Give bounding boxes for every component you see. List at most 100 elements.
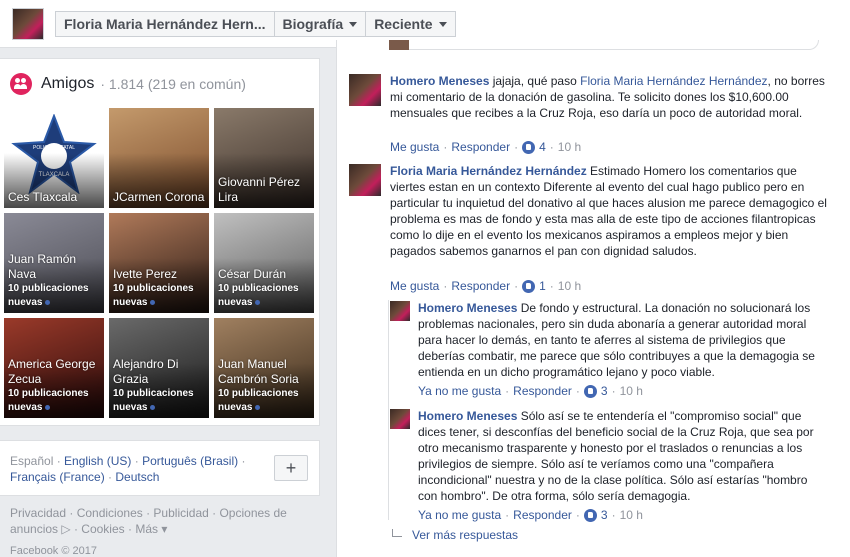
comment-text-part: Sólo así se te entendería el "compromiso… [418, 409, 814, 503]
profile-avatar[interactable] [12, 8, 44, 40]
footer-link-cookies[interactable]: Cookies [81, 522, 124, 536]
breadcrumb-recent[interactable]: Reciente [365, 11, 456, 37]
new-posts-dot-icon [255, 404, 261, 410]
friend-tile[interactable]: Juan Ramón Nava 10 publicaciones nuevas [4, 213, 104, 313]
friend-name[interactable]: America George Zecua [8, 357, 101, 387]
friend-name[interactable]: Giovanni Pérez Lira [218, 175, 311, 205]
language-link[interactable]: Deutsch [115, 470, 159, 484]
avatar[interactable] [390, 301, 410, 321]
footer-link-terms[interactable]: Condiciones [77, 506, 143, 520]
friend-tile[interactable]: POLICIA ESTATALTLAXCALACes Tlaxcala [4, 108, 104, 208]
reply-link[interactable]: Responder [451, 278, 510, 294]
friend-tile[interactable]: César Durán 10 publicaciones nuevas [214, 213, 314, 313]
comment-time[interactable]: 10 h [558, 139, 581, 155]
language-link[interactable]: English (US) [64, 454, 131, 468]
friends-icon [10, 73, 32, 95]
language-link[interactable]: Português (Brasil) [142, 454, 238, 468]
friend-tile[interactable]: Juan Manuel Cambrón Soria 10 publicacione… [214, 318, 314, 418]
friends-title[interactable]: Amigos [41, 75, 94, 93]
new-posts-badge: 10 publicaciones nuevas [113, 282, 206, 310]
unlike-link[interactable]: Ya no me gusta [418, 383, 501, 399]
comment-time[interactable]: 10 h [558, 278, 581, 294]
like-icon [522, 279, 536, 293]
like-count[interactable]: 3 [601, 383, 608, 399]
reply-link[interactable]: Responder [513, 383, 572, 399]
breadcrumb: Floria Maria Hernández Hern... Biografía… [55, 11, 456, 37]
comment-time[interactable]: 10 h [620, 383, 643, 399]
reply-link[interactable]: Responder [513, 507, 572, 523]
reply-link[interactable]: Responder [451, 139, 510, 155]
footer-link-ads[interactable]: Publicidad [153, 506, 208, 520]
friend-name[interactable]: Ivette Perez [113, 267, 206, 282]
friend-name[interactable]: César Durán [218, 267, 311, 282]
comment-author[interactable]: Homero Meneses [418, 301, 517, 315]
breadcrumb-label: Biografía [282, 16, 344, 32]
friend-tile-caption: Giovanni Pérez Lira [218, 175, 311, 205]
new-posts-badge: 10 publicaciones nuevas [113, 387, 206, 415]
comment-text-part: Estimado Homero los comentarios que vier… [390, 164, 827, 258]
badge-text: POLICIA ESTATAL [33, 145, 75, 151]
friend-name[interactable]: Alejandro Di Grazia [113, 357, 206, 387]
language-panel: Español · English (US) · Português (Bras… [0, 440, 320, 496]
friends-header: Amigos · 1.814 (219 en común) [10, 73, 246, 95]
language-list: Español · English (US) · Português (Bras… [10, 454, 246, 484]
mention-link[interactable]: Floria Maria Hernández Hernández [580, 74, 767, 88]
like-count[interactable]: 3 [601, 507, 608, 523]
friend-tile[interactable]: America George Zecua 10 publicaciones nue… [4, 318, 104, 418]
add-language-button[interactable]: + [274, 455, 308, 481]
avatar[interactable] [390, 409, 410, 429]
friend-tile-caption: Ces Tlaxcala [8, 190, 101, 205]
comment-text: Floria Maria Hernández Hernández Estimad… [390, 163, 830, 259]
comment-text: Homero Meneses De fondo y estructural. L… [418, 300, 818, 380]
comment-time[interactable]: 10 h [620, 507, 643, 523]
ad-choices-icon: ▷ [61, 522, 71, 536]
footer-link-privacy[interactable]: Privacidad [10, 506, 66, 520]
unlike-link[interactable]: Ya no me gusta [418, 507, 501, 523]
new-posts-badge: 10 publicaciones nuevas [8, 387, 101, 415]
friends-grid: POLICIA ESTATALTLAXCALACes Tlaxcala JCarm… [4, 108, 314, 418]
friend-tile-caption: Juan Manuel Cambrón Soria 10 publicacione… [218, 357, 311, 415]
like-icon [522, 140, 536, 154]
comment-actions: Ya no me gusta · Responder · 3 · 10 h [418, 383, 643, 399]
friend-tile[interactable]: Alejandro Di Grazia 10 publicaciones nuev… [109, 318, 209, 418]
comment-author[interactable]: Floria Maria Hernández Hernández [390, 164, 587, 178]
friend-tile[interactable]: Ivette Perez 10 publicaciones nuevas [109, 213, 209, 313]
comment-input-field[interactable] [389, 40, 819, 50]
new-posts-badge: 10 publicaciones nuevas [218, 387, 311, 415]
comment-actions: Me gusta · Responder · 4 · 10 h [390, 139, 582, 155]
friend-tile-caption: Juan Ramón Nava 10 publicaciones nuevas [8, 252, 101, 310]
friend-tile[interactable]: JCarmen Corona [109, 108, 209, 208]
friend-name[interactable]: Ces Tlaxcala [8, 190, 101, 205]
friend-tile-caption: Ivette Perez 10 publicaciones nuevas [113, 267, 206, 310]
breadcrumb-profile-name[interactable]: Floria Maria Hernández Hern... [55, 11, 274, 37]
breadcrumb-biography[interactable]: Biografía [273, 11, 366, 37]
reply-thread-line [388, 300, 389, 520]
avatar[interactable] [349, 164, 381, 196]
friend-tile-caption: America George Zecua 10 publicaciones nue… [8, 357, 101, 415]
comment-author[interactable]: Homero Meneses [418, 409, 517, 423]
more-replies-link[interactable]: Ver más respuestas [392, 528, 518, 542]
friend-tile-caption: JCarmen Corona [113, 190, 206, 205]
new-posts-dot-icon [45, 404, 51, 410]
like-count[interactable]: 4 [539, 139, 546, 155]
footer-link-more[interactable]: Más [135, 522, 158, 536]
new-posts-badge: 10 publicaciones nuevas [218, 282, 311, 310]
like-link[interactable]: Me gusta [390, 278, 439, 294]
breadcrumb-label: Floria Maria Hernández Hern... [64, 16, 266, 32]
new-posts-dot-icon [150, 404, 156, 410]
language-link[interactable]: Français (France) [10, 470, 105, 484]
friend-name[interactable]: JCarmen Corona [113, 190, 206, 205]
comment-author[interactable]: Homero Meneses [390, 74, 489, 88]
avatar[interactable] [349, 74, 381, 106]
comment-actions: Ya no me gusta · Responder · 3 · 10 h [418, 507, 643, 523]
like-link[interactable]: Me gusta [390, 139, 439, 155]
chevron-down-icon: ▾ [158, 522, 168, 536]
friend-tile-caption: César Durán 10 publicaciones nuevas [218, 267, 311, 310]
comment-text: Homero Meneses jajaja, qué paso Floria M… [390, 73, 830, 121]
friend-name[interactable]: Juan Ramón Nava [8, 252, 101, 282]
friends-panel: Amigos · 1.814 (219 en común) POLICIA ES… [0, 58, 320, 426]
friend-name[interactable]: Juan Manuel Cambrón Soria [218, 357, 311, 387]
reply-arrow-icon [392, 529, 402, 537]
friend-tile[interactable]: Giovanni Pérez Lira [214, 108, 314, 208]
like-count[interactable]: 1 [539, 278, 546, 294]
